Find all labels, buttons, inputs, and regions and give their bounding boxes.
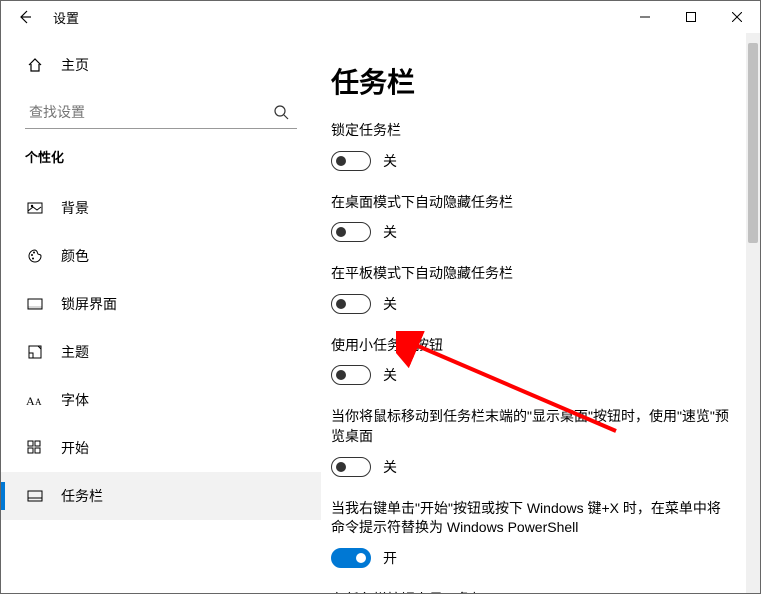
toggle-row: 开 [331,548,730,568]
setting-item: 使用小任务栏按钮关 [331,336,730,386]
svg-text:A: A [26,394,35,408]
back-button[interactable] [13,5,37,29]
toggle-switch[interactable] [331,294,371,314]
search-wrap [25,95,297,129]
sidebar-item-fonts[interactable]: AA 字体 [1,376,321,424]
sidebar-item-label: 颜色 [61,246,89,266]
sidebar-item-label: 锁屏界面 [61,294,117,314]
toggle-knob [336,299,346,309]
setting-item: 当我右键单击"开始"按钮或按下 Windows 键+X 时，在菜单中将命令提示符… [331,499,730,568]
toggle-switch[interactable] [331,457,371,477]
search-box[interactable] [25,95,297,129]
category-label: 个性化 [1,141,321,172]
sidebar-item-label: 开始 [61,438,89,458]
toggle-knob [356,553,366,563]
toggle-switch[interactable] [331,548,371,568]
sidebar-item-label: 主题 [61,342,89,362]
window-buttons [622,1,760,33]
sidebar-item-background[interactable]: 背景 [1,184,321,232]
maximize-icon [686,12,696,22]
toggle-switch[interactable] [331,151,371,171]
svg-text:A: A [35,397,42,407]
sidebar-item-lockscreen[interactable]: 锁屏界面 [1,280,321,328]
sidebar-item-label: 任务栏 [61,486,103,506]
setting-item: 在任务栏按钮上显示角标开 [331,590,730,593]
settings-list: 锁定任务栏关在桌面模式下自动隐藏任务栏关在平板模式下自动隐藏任务栏关使用小任务栏… [331,121,730,593]
toggle-row: 关 [331,457,730,477]
sidebar-item-start[interactable]: 开始 [1,424,321,472]
toggle-state-text: 关 [383,294,397,314]
sidebar-item-label: 字体 [61,390,89,410]
scrollbar-thumb[interactable] [748,43,758,243]
scrollbar[interactable] [746,33,760,593]
setting-item: 锁定任务栏关 [331,121,730,171]
toggle-state-text: 关 [383,151,397,171]
toggle-switch[interactable] [331,222,371,242]
taskbar-icon [25,488,45,504]
font-icon: AA [25,392,45,408]
toggle-switch[interactable] [331,365,371,385]
minimize-icon [640,12,650,22]
setting-label: 当我右键单击"开始"按钮或按下 Windows 键+X 时，在菜单中将命令提示符… [331,499,730,538]
setting-item: 在平板模式下自动隐藏任务栏关 [331,264,730,314]
sidebar: 主页 个性化 背景 [1,33,321,593]
setting-label: 使用小任务栏按钮 [331,336,730,356]
page-title: 任务栏 [331,61,730,101]
setting-label: 在任务栏按钮上显示角标 [331,590,730,593]
sidebar-item-label: 背景 [61,198,89,218]
minimize-button[interactable] [622,1,668,33]
sidebar-item-colors[interactable]: 颜色 [1,232,321,280]
palette-icon [25,248,45,264]
setting-label: 在平板模式下自动隐藏任务栏 [331,264,730,284]
home-link[interactable]: 主页 [1,45,321,85]
toggle-knob [336,156,346,166]
lockscreen-icon [25,296,45,312]
titlebar: 设置 [1,1,760,33]
content-pane: 任务栏 锁定任务栏关在桌面模式下自动隐藏任务栏关在平板模式下自动隐藏任务栏关使用… [321,33,760,593]
home-icon [25,57,45,73]
toggle-row: 关 [331,151,730,171]
toggle-state-text: 关 [383,222,397,242]
toggle-state-text: 关 [383,457,397,477]
setting-label: 在桌面模式下自动隐藏任务栏 [331,193,730,213]
maximize-button[interactable] [668,1,714,33]
toggle-state-text: 关 [383,365,397,385]
arrow-left-icon [17,9,33,25]
toggle-knob [336,462,346,472]
toggle-knob [336,370,346,380]
sidebar-item-themes[interactable]: 主题 [1,328,321,376]
toggle-row: 关 [331,222,730,242]
window-body: 主页 个性化 背景 [1,33,760,593]
toggle-row: 关 [331,365,730,385]
image-icon [25,200,45,216]
nav-list: 背景 颜色 锁屏界面 [1,184,321,520]
setting-label: 锁定任务栏 [331,121,730,141]
grid-icon [25,440,45,456]
setting-label: 当你将鼠标移动到任务栏末端的"显示桌面"按钮时，使用"速览"预览桌面 [331,407,730,446]
toggle-state-text: 开 [383,548,397,568]
sidebar-item-taskbar[interactable]: 任务栏 [1,472,321,520]
close-button[interactable] [714,1,760,33]
window-title: 设置 [53,8,79,27]
settings-window: 设置 [0,0,761,594]
home-label: 主页 [61,55,89,75]
toggle-row: 关 [331,294,730,314]
search-input[interactable] [25,98,265,126]
setting-item: 在桌面模式下自动隐藏任务栏关 [331,193,730,243]
search-icon [265,104,297,120]
theme-icon [25,344,45,360]
setting-item: 当你将鼠标移动到任务栏末端的"显示桌面"按钮时，使用"速览"预览桌面关 [331,407,730,476]
close-icon [732,12,742,22]
toggle-knob [336,227,346,237]
